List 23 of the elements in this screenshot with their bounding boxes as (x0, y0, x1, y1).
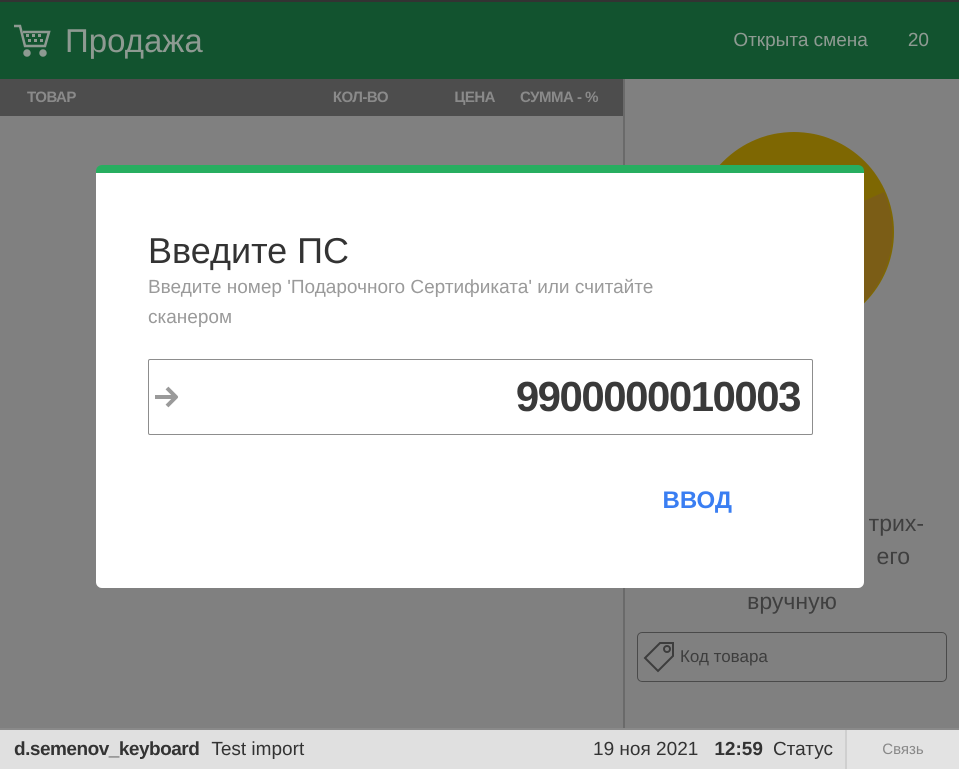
certificate-input-field[interactable]: 9900000010003 (148, 359, 813, 435)
column-header: ТОВАР (27, 89, 77, 106)
column-header: КОЛ-ВО (332, 89, 388, 106)
user-name: d.semenov_keyboard (14, 738, 200, 760)
hint-text: вручную (746, 587, 838, 616)
date-text: 19 ноя 2021 (593, 738, 698, 760)
page-title: Продажа (65, 22, 203, 60)
hint-text: трих- (868, 509, 925, 538)
tag-icon (642, 640, 676, 674)
dialog-subtitle: Введите номер 'Подарочного Сертификата' или считайте сканером (148, 276, 654, 330)
shift-number: 20 (908, 30, 929, 52)
cart-icon (13, 22, 53, 58)
hint-text: его (876, 542, 911, 571)
status-text: Статус (772, 738, 833, 760)
product-code-field[interactable]: Код товара (637, 632, 947, 682)
enter-button[interactable]: ВВОД (658, 483, 736, 519)
store-name: Test import (211, 738, 304, 760)
arrow-icon (153, 385, 181, 409)
column-header: ЦЕНА (453, 89, 495, 106)
time-text: 12:59 (714, 738, 763, 760)
shift-status: Открыта смена (733, 30, 868, 52)
dialog-title: Введите ПС (148, 229, 350, 273)
column-header: СУММА - % (519, 89, 598, 106)
